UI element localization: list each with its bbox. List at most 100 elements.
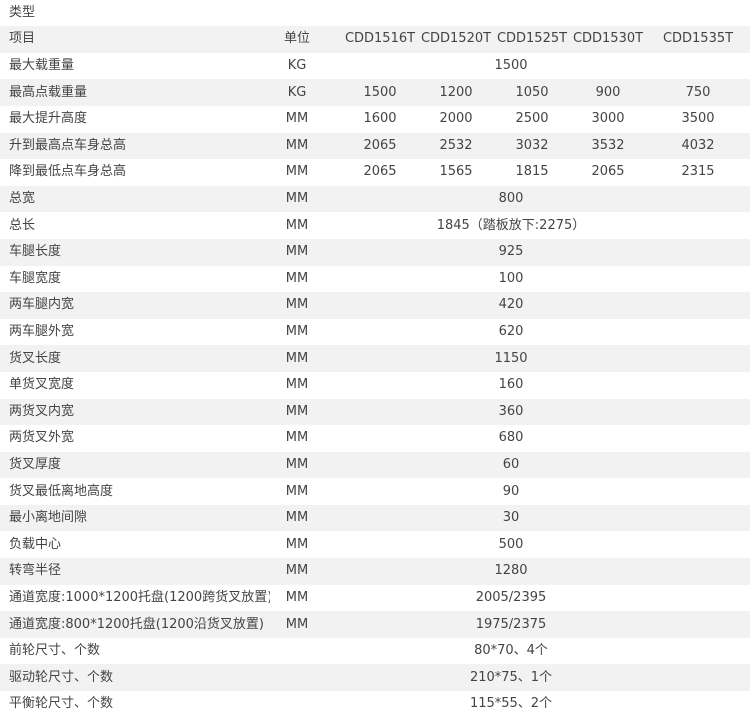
- row-value: 1500: [342, 79, 418, 106]
- row-shared-value: 160: [498, 377, 524, 393]
- row-shared-value: 90: [502, 483, 520, 499]
- row-unit: MM: [285, 324, 309, 340]
- row-name: 最高点载重量: [0, 79, 270, 106]
- table-row: 货叉厚度 MM 60: [0, 451, 750, 479]
- table-row: 货叉最低离地高度 MM 90: [0, 478, 750, 505]
- table-row: 降到最低点车身总高 MM 2065 1565 1815 2065 2315: [0, 159, 750, 186]
- row-unit: MM: [270, 132, 342, 160]
- spec-table: 类型 项目 单位 CDD1516T CDD1520T CDD1525T CDD1…: [0, 0, 750, 718]
- header-row: 项目 单位 CDD1516T CDD1520T CDD1525T CDD1530…: [0, 26, 750, 53]
- row-shared-value: 1975/2375: [342, 611, 750, 638]
- table-row: 前轮尺寸、个数 80*70、4个: [0, 638, 750, 665]
- row-shared-value: 80*70、4个: [474, 643, 548, 659]
- row-unit: MM: [285, 430, 309, 446]
- row-unit: MM: [285, 377, 309, 393]
- header-model: CDD1525T: [494, 26, 570, 53]
- spec-table-body: 类型 项目 单位 CDD1516T CDD1520T CDD1525T CDD1…: [0, 0, 750, 718]
- row-unit: MM: [285, 270, 309, 286]
- header-model: CDD1516T: [342, 26, 418, 53]
- row-value: 2065: [342, 132, 418, 160]
- row-name: 转弯半径: [0, 558, 270, 585]
- row-unit: MM: [270, 185, 342, 213]
- row-unit: MM: [285, 536, 309, 552]
- title-row: 类型: [0, 0, 750, 26]
- row-shared-value: 925: [342, 238, 750, 266]
- table-row: 总宽 MM 800: [0, 185, 750, 213]
- row-value: 1815: [515, 164, 549, 180]
- table-row: 两货叉外宽 MM 680: [0, 425, 750, 452]
- row-value: 3500: [681, 111, 715, 127]
- row-shared-value: 115*55、2个: [469, 696, 553, 712]
- row-shared-value: 1150: [342, 345, 750, 372]
- row-shared-value: 420: [342, 292, 750, 319]
- row-name: 单货叉宽度: [9, 377, 75, 393]
- row-name: 平衡轮尺寸、个数: [9, 696, 114, 712]
- row-shared-value: 210*75、1个: [342, 664, 750, 692]
- row-name: 总宽: [0, 185, 270, 213]
- row-value: 3032: [494, 132, 570, 160]
- table-row: 最大载重量 KG 1500: [0, 53, 750, 80]
- table-row: 两车腿内宽 MM 420: [0, 292, 750, 319]
- row-unit: [270, 691, 342, 718]
- row-unit: MM: [270, 451, 342, 479]
- row-unit: MM: [270, 504, 342, 532]
- table-row: 最高点载重量 KG 1500 1200 1050 900 750: [0, 79, 750, 106]
- row-name: 负载中心: [9, 536, 62, 552]
- row-value: 1050: [494, 79, 570, 106]
- row-value: 2315: [681, 164, 715, 180]
- row-unit: MM: [285, 589, 309, 605]
- row-name: 降到最低点车身总高: [9, 164, 127, 180]
- row-value: 2532: [418, 132, 494, 160]
- row-value: 750: [646, 79, 750, 106]
- table-row: 两车腿外宽 MM 620: [0, 319, 750, 346]
- row-unit: MM: [285, 483, 309, 499]
- row-name: 最大提升高度: [9, 111, 88, 127]
- table-row: 车腿长度 MM 925: [0, 238, 750, 266]
- row-unit: MM: [270, 345, 342, 372]
- row-unit: [270, 664, 342, 692]
- table-row: 升到最高点车身总高 MM 2065 2532 3032 3532 4032: [0, 132, 750, 160]
- row-shared-value: 1280: [342, 558, 750, 585]
- row-name: 两货叉内宽: [0, 398, 270, 426]
- row-name: 两车腿外宽: [9, 324, 75, 340]
- table-row: 负载中心 MM 500: [0, 531, 750, 558]
- row-unit: MM: [270, 238, 342, 266]
- table-row: 最大提升高度 MM 1600 2000 2500 3000 3500: [0, 106, 750, 133]
- row-name: 驱动轮尺寸、个数: [0, 664, 270, 692]
- header-unit: 单位: [270, 26, 342, 53]
- row-unit: MM: [285, 111, 309, 127]
- row-value: 2065: [591, 164, 625, 180]
- row-value: 2500: [515, 111, 549, 127]
- table-row: 货叉长度 MM 1150: [0, 345, 750, 372]
- row-value: 1600: [363, 111, 397, 127]
- row-name: 车腿宽度: [9, 270, 62, 286]
- row-name: 货叉厚度: [0, 451, 270, 479]
- row-unit: KG: [270, 79, 342, 106]
- row-unit: KG: [287, 58, 307, 74]
- row-shared-value: 60: [342, 451, 750, 479]
- row-value: 1200: [418, 79, 494, 106]
- table-row: 通道宽度:1000*1200托盘(1200跨货叉放置) MM 2005/2395: [0, 585, 750, 612]
- row-shared-value: 30: [342, 504, 750, 532]
- row-value: 2000: [439, 111, 473, 127]
- table-row: 通道宽度:800*1200托盘(1200沿货叉放置) MM 1975/2375: [0, 611, 750, 638]
- row-unit: MM: [285, 164, 309, 180]
- row-name: 升到最高点车身总高: [0, 132, 270, 160]
- row-unit: MM: [270, 398, 342, 426]
- row-unit: [270, 638, 342, 665]
- header-model: CDD1535T: [646, 26, 750, 53]
- table-row: 总长 MM 1845（踏板放下:2275）: [0, 212, 750, 239]
- table-row: 驱动轮尺寸、个数 210*75、1个: [0, 664, 750, 692]
- row-value: 2065: [363, 164, 397, 180]
- row-unit: MM: [270, 558, 342, 585]
- row-name: 两货叉外宽: [9, 430, 75, 446]
- table-row: 车腿宽度 MM 100: [0, 266, 750, 293]
- row-value: 4032: [646, 132, 750, 160]
- row-name: 货叉最低离地高度: [9, 483, 114, 499]
- row-name: 前轮尺寸、个数: [9, 643, 101, 659]
- row-shared-value: 1845（踏板放下:2275）: [436, 217, 586, 233]
- row-value: 1565: [439, 164, 473, 180]
- row-shared-value: 100: [498, 270, 524, 286]
- row-name: 通道宽度:1000*1200托盘(1200跨货叉放置): [9, 589, 270, 605]
- row-name: 车腿长度: [0, 238, 270, 266]
